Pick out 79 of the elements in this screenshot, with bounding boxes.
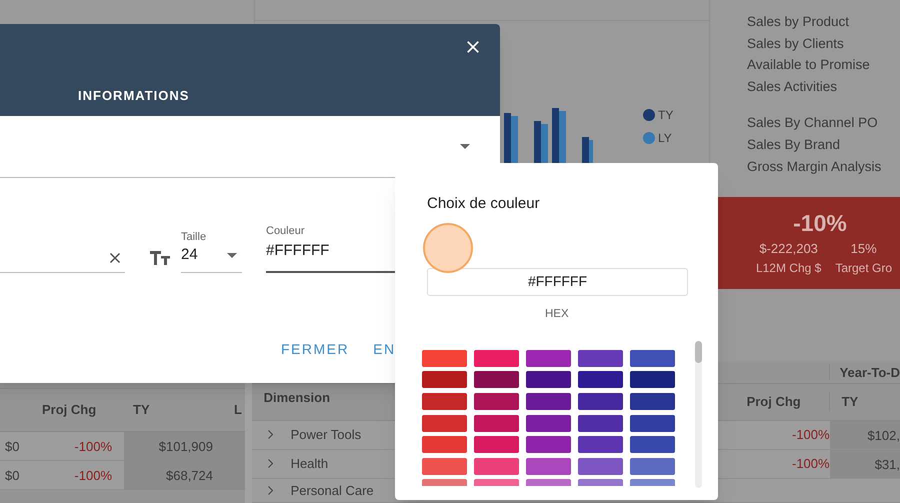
color-swatch[interactable] (630, 414, 675, 432)
table-cell: $31, (830, 450, 900, 478)
column-header: Proj Chg (41, 401, 98, 420)
chevron-right-icon[interactable] (268, 486, 273, 495)
chevron-right-icon[interactable] (268, 430, 273, 440)
text-size-icon (150, 251, 170, 265)
color-swatch[interactable] (630, 392, 675, 410)
color-swatch[interactable] (630, 350, 675, 367)
column-header: Proj Chg (736, 392, 830, 412)
color-swatch[interactable] (578, 436, 623, 454)
report-link[interactable]: Sales by Clients (747, 32, 900, 54)
legend-label: LY (658, 130, 672, 147)
column-header: TY (132, 401, 151, 420)
color-swatch[interactable] (422, 350, 467, 367)
table-cell-text: -100% (790, 454, 830, 473)
dimension-cell-text: Power Tools (290, 426, 362, 444)
group-header: Year-To-D (838, 364, 900, 382)
color-swatch[interactable] (630, 458, 675, 475)
chevron-right-icon[interactable] (268, 459, 273, 468)
color-swatch[interactable] (422, 458, 467, 475)
color-swatch[interactable] (578, 392, 623, 410)
dialog-button[interactable]: FERMER (281, 339, 350, 360)
dimension-cell-text: Health (290, 454, 330, 473)
report-link[interactable]: Available to Promise (747, 54, 900, 76)
legend-label: TY (658, 107, 674, 124)
table-cell-text: -100% (73, 466, 113, 485)
color-swatch[interactable] (422, 392, 467, 410)
color-swatch[interactable] (474, 350, 519, 367)
color-swatch[interactable] (474, 436, 519, 454)
table-cell: $68,724 (124, 461, 245, 490)
color-swatch[interactable] (578, 371, 623, 388)
dimension-cell-text: Personal Care (290, 482, 375, 500)
table-cell-text: -100% (73, 438, 113, 456)
size-select[interactable]: Taille 24 (181, 230, 242, 273)
tab[interactable]: INFORMATIONS (78, 86, 190, 106)
kpi-stat-value: 15% (850, 240, 877, 258)
color-swatch[interactable] (422, 414, 467, 432)
color-swatch[interactable] (526, 414, 571, 432)
kpi-value: -10% (792, 209, 847, 238)
color-swatch[interactable] (422, 371, 467, 388)
color-swatch[interactable] (526, 371, 571, 388)
table-cell: $101,909 (124, 432, 245, 461)
color-swatch[interactable] (578, 350, 623, 367)
color-swatch[interactable] (474, 414, 519, 432)
table-cell-text: $0 (4, 438, 20, 456)
picker-title: Choix de couleur (427, 194, 541, 214)
hex-input[interactable]: #FFFFFF (427, 268, 688, 296)
report-link[interactable]: Sales by Product (747, 11, 900, 33)
color-swatch[interactable] (474, 371, 519, 388)
dialog-button[interactable]: EN (373, 339, 396, 360)
column-header: L (233, 401, 243, 420)
hex-label: HEX (545, 306, 569, 322)
report-link[interactable]: Sales Activities (747, 76, 900, 98)
color-swatch[interactable] (526, 350, 571, 367)
table-cell: $102, (830, 420, 900, 449)
color-swatch[interactable] (578, 414, 623, 432)
close-icon[interactable] (109, 252, 121, 264)
table-cell-text: -100% (790, 426, 830, 444)
dropdown-arrow-icon[interactable] (460, 144, 470, 149)
color-swatch[interactable] (526, 392, 571, 410)
kpi-stat-label: Target Gro (835, 260, 892, 277)
color-swatch[interactable] (474, 458, 519, 475)
kpi-stat-label: L12M Chg $ (756, 260, 822, 277)
report-link[interactable]: Sales By Channel PO (747, 112, 900, 134)
report-link[interactable]: Gross Margin Analysis (747, 156, 900, 178)
color-swatch[interactable] (578, 458, 623, 475)
color-swatch[interactable] (630, 371, 675, 388)
color-swatch[interactable] (422, 436, 467, 454)
column-header: Dimension (262, 388, 332, 407)
color-swatch[interactable] (526, 458, 571, 475)
color-swatch[interactable] (526, 436, 571, 454)
column-header: TY (840, 392, 858, 411)
scrollbar-thumb[interactable] (695, 340, 702, 363)
color-swatch[interactable] (630, 436, 675, 454)
dropdown-arrow-icon[interactable] (227, 252, 237, 258)
table-cell-text: $0 (4, 466, 20, 485)
kpi-stat-value: $-222,203 (759, 240, 818, 258)
report-link[interactable]: Sales By Brand (747, 134, 900, 156)
color-swatch[interactable] (474, 392, 519, 410)
